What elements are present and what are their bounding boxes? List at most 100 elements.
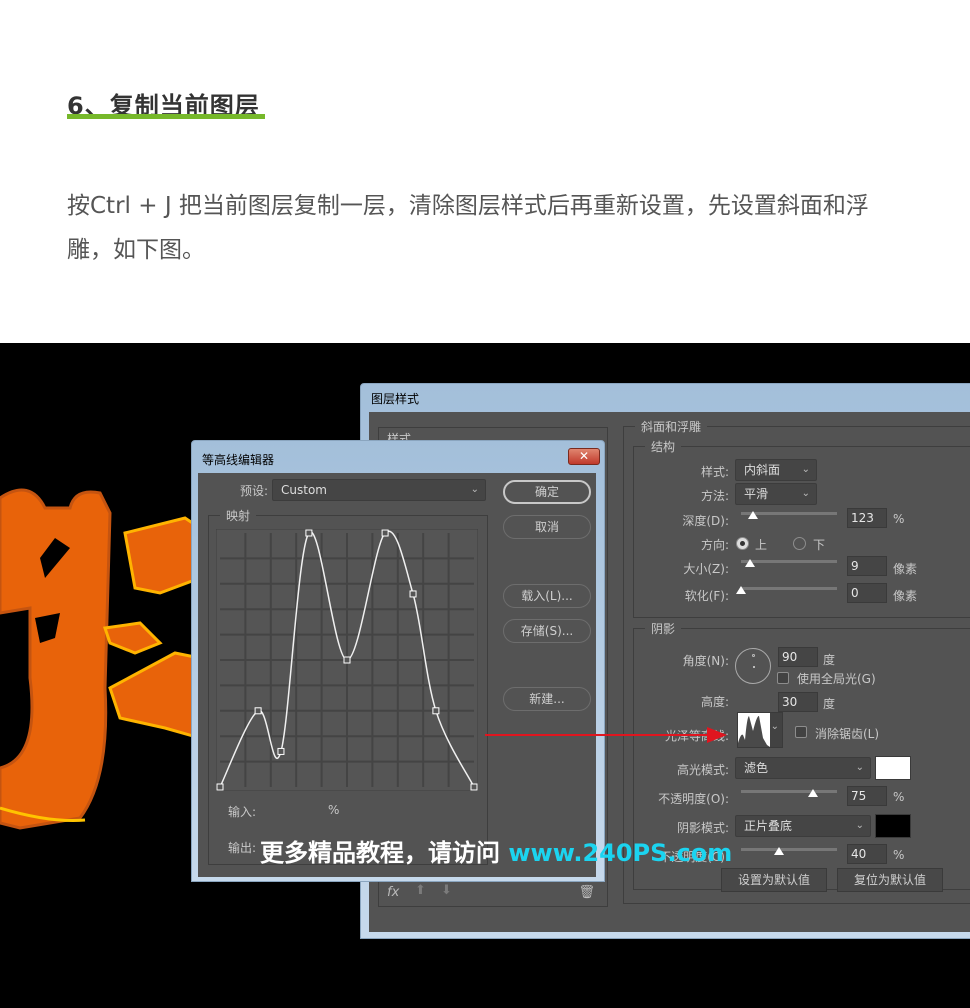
save-button[interactable]: 存储(S)...: [503, 619, 591, 643]
highlight-color-swatch[interactable]: [875, 756, 911, 780]
contour-editor-dialog: 等高线编辑器 ✕ 预设: Custom ⌄ 映射 输入: % 输出: 确定 取消 …: [191, 440, 605, 882]
angle-dial[interactable]: [735, 648, 771, 684]
technique-select-value: 平滑: [744, 487, 769, 501]
technique-label: 方法:: [700, 489, 729, 503]
highlight-opacity-thumb[interactable]: [808, 789, 818, 797]
new-button[interactable]: 新建...: [503, 687, 591, 711]
altitude-label: 高度:: [700, 695, 729, 709]
angle-input[interactable]: 90: [778, 647, 818, 667]
move-up-icon[interactable]: ⬆: [415, 883, 426, 898]
size-unit: 像素: [893, 562, 918, 576]
highlight-opacity-input[interactable]: 75: [847, 786, 887, 806]
preset-value: Custom: [281, 483, 327, 497]
shadow-opacity-unit: %: [893, 848, 905, 862]
shadow-color-swatch[interactable]: [875, 814, 911, 838]
soften-label: 软化(F):: [684, 589, 729, 603]
close-button[interactable]: ✕: [568, 448, 600, 465]
shadow-mode-select[interactable]: 正片叠底 ⌄: [735, 815, 871, 837]
global-light-checkbox[interactable]: [777, 672, 789, 684]
highlight-mode-label: 高光模式:: [676, 763, 729, 777]
altitude-unit: 度: [823, 697, 836, 711]
curve-control-point[interactable]: [470, 783, 478, 791]
output-label: 输出:: [228, 841, 257, 855]
input-label: 输入:: [228, 805, 257, 819]
curve-control-point[interactable]: [432, 707, 440, 715]
curve-control-point[interactable]: [254, 707, 262, 715]
instruction-paragraph: 按Ctrl + J 把当前图层复制一层，清除图层样式后再重新设置，先设置斜面和浮…: [67, 193, 869, 263]
curve-control-point[interactable]: [409, 590, 417, 598]
contour-curve-graph[interactable]: [216, 529, 478, 791]
reset-default-button[interactable]: 复位为默认值: [837, 868, 943, 892]
move-down-icon[interactable]: ⬇: [441, 883, 452, 898]
curve-control-point[interactable]: [381, 529, 389, 537]
soften-slider-thumb[interactable]: [736, 586, 746, 594]
orange-text-artwork: [0, 488, 200, 830]
make-default-button[interactable]: 设置为默认值: [721, 868, 827, 892]
curve-control-point[interactable]: [343, 656, 351, 664]
highlight-mode-value: 滤色: [744, 761, 769, 775]
technique-select[interactable]: 平滑 ⌄: [735, 483, 817, 505]
shading-legend: 阴影: [645, 620, 682, 637]
soften-unit: 像素: [893, 589, 918, 603]
depth-unit: %: [893, 512, 905, 526]
shadow-mode-value: 正片叠底: [744, 819, 793, 833]
load-button[interactable]: 载入(L)...: [503, 584, 591, 608]
preset-select[interactable]: Custom ⌄: [272, 479, 486, 501]
annotation-arrow: [485, 727, 727, 743]
size-label: 大小(Z):: [683, 562, 729, 576]
depth-input[interactable]: 123: [847, 508, 887, 528]
size-slider[interactable]: [741, 559, 837, 567]
chevron-down-icon: ⌄: [801, 488, 810, 499]
annotation-arrow-head: [707, 727, 727, 743]
curve-control-point[interactable]: [216, 783, 224, 791]
watermark-text: 更多精品教程，请访问: [260, 839, 509, 867]
contour-editor-body: 预设: Custom ⌄ 映射 输入: % 输出: 确定 取消 载入(L)... …: [198, 473, 596, 877]
watermark-url: www.240PS.com: [508, 839, 733, 867]
depth-slider-thumb[interactable]: [747, 511, 758, 519]
altitude-input[interactable]: 30: [778, 692, 818, 712]
cancel-button[interactable]: 取消: [503, 515, 591, 539]
direction-up-radio[interactable]: [736, 537, 749, 550]
shadow-opacity-thumb[interactable]: [774, 847, 785, 855]
size-slider-thumb[interactable]: [744, 559, 755, 567]
curve-control-point[interactable]: [305, 529, 313, 537]
shadow-opacity-input[interactable]: 40: [847, 844, 887, 864]
anti-alias-label: 消除锯齿(L): [815, 727, 880, 741]
size-input[interactable]: 9: [847, 556, 887, 576]
gloss-contour-thumbnail: [738, 713, 770, 747]
direction-down-radio[interactable]: [793, 537, 806, 550]
trash-icon[interactable]: 🗑: [578, 885, 595, 900]
structure-legend: 结构: [645, 438, 682, 455]
direction-label: 方向:: [700, 538, 729, 552]
style-select[interactable]: 内斜面 ⌄: [735, 459, 817, 481]
highlight-opacity-slider[interactable]: [741, 789, 837, 797]
style-label: 样式:: [700, 465, 729, 479]
chevron-down-icon: ⌄: [470, 484, 479, 495]
angle-dial-handle[interactable]: [752, 654, 755, 657]
chevron-down-icon: ⌄: [770, 721, 779, 732]
anti-alias-checkbox[interactable]: [795, 726, 807, 738]
chevron-down-icon: ⌄: [855, 762, 864, 773]
chevron-down-icon: ⌄: [855, 820, 864, 831]
ok-button[interactable]: 确定: [503, 480, 591, 504]
curve-control-point[interactable]: [277, 747, 285, 755]
layer-style-title: 图层样式: [371, 392, 420, 406]
global-light-label: 使用全局光(G): [797, 672, 876, 686]
gloss-contour-picker[interactable]: ⌄: [737, 712, 783, 748]
depth-slider[interactable]: [741, 511, 837, 519]
preset-label: 预设:: [239, 484, 268, 498]
depth-label: 深度(D):: [682, 514, 729, 528]
angle-unit: 度: [823, 653, 836, 667]
soften-input[interactable]: 0: [847, 583, 887, 603]
fx-menu-button[interactable]: fx: [387, 885, 399, 900]
site-watermark: 更多精品教程，请访问 www.240PS.com: [260, 833, 732, 868]
highlight-opacity-unit: %: [893, 790, 905, 804]
bevel-emboss-legend: 斜面和浮雕: [635, 418, 708, 435]
mapping-legend: 映射: [220, 507, 257, 524]
soften-slider[interactable]: [736, 586, 837, 594]
shadow-opacity-slider[interactable]: [741, 847, 837, 855]
input-unit: %: [328, 803, 340, 817]
heading-underline: [67, 114, 265, 119]
highlight-opacity-label: 不透明度(O):: [658, 792, 729, 806]
highlight-mode-select[interactable]: 滤色 ⌄: [735, 757, 871, 779]
